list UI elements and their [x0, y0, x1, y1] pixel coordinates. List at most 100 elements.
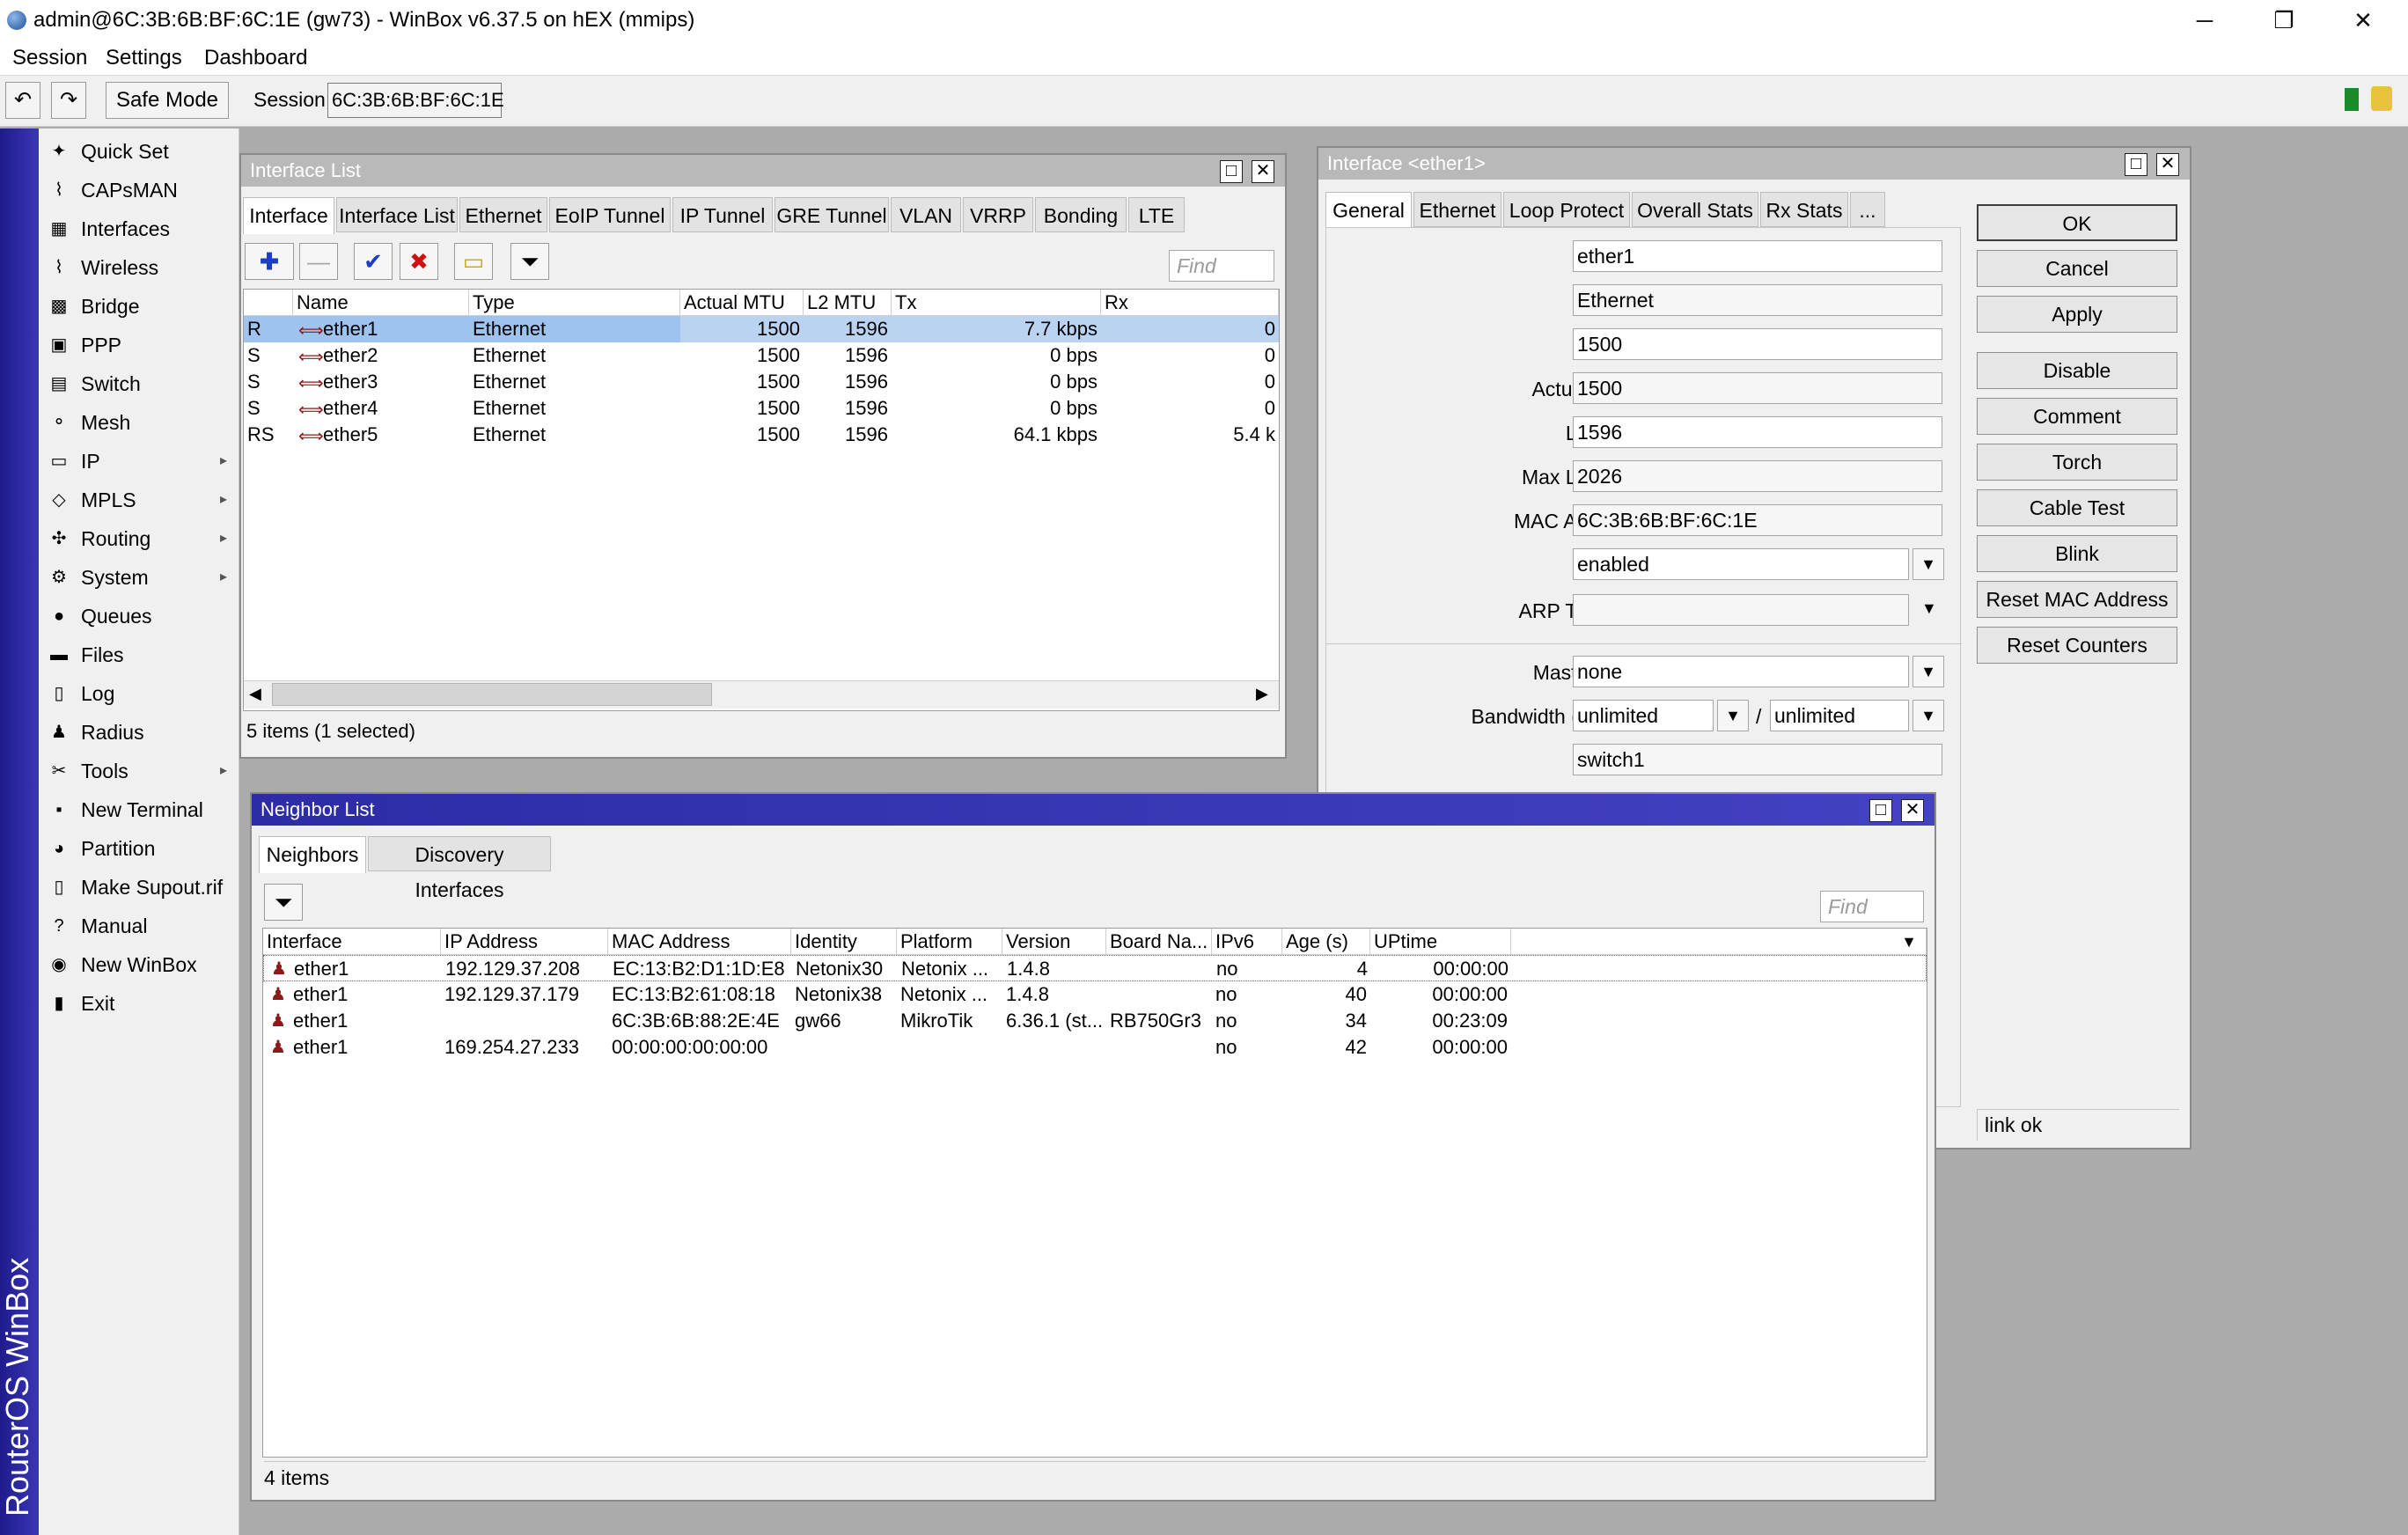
- tab-vlan[interactable]: VLAN: [891, 197, 961, 232]
- sidebar-item-interfaces[interactable]: ▦ Interfaces: [39, 209, 239, 248]
- cancel-button[interactable]: Cancel: [1977, 250, 2177, 287]
- tab-ip-tunnel[interactable]: IP Tunnel: [672, 197, 773, 232]
- sidebar-item-new-terminal[interactable]: ▪ New Terminal: [39, 790, 239, 829]
- add-button[interactable]: ✚: [245, 243, 294, 280]
- column-header-uptime[interactable]: UPtime: [1370, 929, 1511, 955]
- dropdown-arrow-icon[interactable]: ▼: [1912, 700, 1944, 731]
- apply-button[interactable]: Apply: [1977, 296, 2177, 333]
- column-header-ip-address[interactable]: IP Address: [441, 929, 608, 955]
- mtu-field[interactable]: 1500: [1573, 328, 1942, 360]
- sidebar-item-capsman[interactable]: ⌇ CAPsMAN: [39, 171, 239, 209]
- menu-settings[interactable]: Settings: [106, 46, 182, 70]
- sidebar-item-partition[interactable]: ◕ Partition: [39, 829, 239, 868]
- scrollbar-thumb[interactable]: [272, 683, 712, 706]
- column-header-name[interactable]: Name: [293, 290, 469, 316]
- dropdown-arrow-icon[interactable]: ▼: [1912, 548, 1944, 580]
- sidebar-item-switch[interactable]: ▤ Switch: [39, 364, 239, 403]
- tab-general[interactable]: General: [1325, 192, 1412, 229]
- column-header-mac-address[interactable]: MAC Address: [608, 929, 791, 955]
- dropdown-arrow-icon[interactable]: ▼: [1912, 656, 1944, 687]
- dropdown-arrow-icon[interactable]: ▼: [1717, 700, 1749, 731]
- sidebar-item-new-winbox[interactable]: ◉ New WinBox: [39, 945, 239, 984]
- column-header-l2-mtu[interactable]: L2 MTU: [804, 290, 892, 316]
- close-icon[interactable]: ✕: [1252, 160, 1274, 183]
- sidebar-item-mpls[interactable]: ◇ MPLS ▸: [39, 481, 239, 519]
- maximize-icon[interactable]: □: [1869, 799, 1892, 822]
- close-icon[interactable]: ✕: [2156, 153, 2179, 176]
- tab-ethernet[interactable]: Ethernet: [1413, 192, 1501, 227]
- restore-button[interactable]: ❐: [2244, 0, 2324, 42]
- mac-address-field[interactable]: 6C:3B:6B:BF:6C:1E: [1573, 504, 1942, 536]
- bandwidth-tx-select[interactable]: unlimited: [1770, 700, 1909, 731]
- column-header-ipv6[interactable]: IPv6: [1212, 929, 1282, 955]
- tab-loop-protect[interactable]: Loop Protect: [1503, 192, 1630, 227]
- horizontal-scrollbar[interactable]: ◀ ▶: [244, 680, 1279, 709]
- sidebar-item-files[interactable]: ▬ Files: [39, 635, 239, 674]
- sidebar-item-ppp[interactable]: ▣ PPP: [39, 326, 239, 364]
- tab-discovery-interfaces[interactable]: Discovery Interfaces: [368, 836, 551, 901]
- close-icon[interactable]: ✕: [1901, 799, 1924, 822]
- tab-eoip-tunnel[interactable]: EoIP Tunnel: [549, 197, 671, 232]
- l2-mtu-field[interactable]: 1596: [1573, 416, 1942, 448]
- table-row[interactable]: ♟ ether1 192.129.37.208 EC:13:B2:D1:1D:E…: [263, 955, 1927, 981]
- safe-mode-button[interactable]: Safe Mode: [106, 82, 229, 119]
- tab-rx-stats[interactable]: Rx Stats: [1760, 192, 1848, 227]
- cable-test-button[interactable]: Cable Test: [1977, 489, 2177, 526]
- column-header-platform[interactable]: Platform: [897, 929, 1002, 955]
- table-row[interactable]: ♟ ether1 192.129.37.179 EC:13:B2:61:08:1…: [263, 981, 1927, 1008]
- sidebar-item-log[interactable]: ▯ Log: [39, 674, 239, 713]
- tab-vrrp[interactable]: VRRP: [963, 197, 1033, 232]
- tab-gre-tunnel[interactable]: GRE Tunnel: [775, 197, 889, 232]
- filter-button[interactable]: ⏷: [510, 243, 549, 280]
- column-header-interface[interactable]: Interface: [263, 929, 441, 955]
- table-row[interactable]: S ether3 ⟺ Ethernet 1500 1596 0 bps 0: [244, 369, 1279, 395]
- table-row[interactable]: ♟ ether1 6C:3B:6B:88:2E:4E gw66 MikroTik…: [263, 1008, 1927, 1034]
- session-field[interactable]: 6C:3B:6B:BF:6C:1E: [327, 83, 504, 118]
- sidebar-item-exit[interactable]: ▮ Exit: [39, 984, 239, 1023]
- column-header-type[interactable]: Type: [469, 290, 680, 316]
- sidebar-item-queues[interactable]: ● Queues: [39, 597, 239, 635]
- bandwidth-rx-select[interactable]: unlimited: [1573, 700, 1714, 731]
- sidebar-item-system[interactable]: ⚙ System ▸: [39, 558, 239, 597]
- torch-button[interactable]: Torch: [1977, 444, 2177, 481]
- sidebar-item-routing[interactable]: ✣ Routing ▸: [39, 519, 239, 558]
- remove-button[interactable]: —: [299, 243, 338, 280]
- blink-button[interactable]: Blink: [1977, 535, 2177, 572]
- scroll-left-icon[interactable]: ◀: [249, 685, 261, 703]
- menu-session[interactable]: Session: [12, 46, 87, 70]
- table-row[interactable]: ♟ ether1 169.254.27.233 00:00:00:00:00:0…: [263, 1034, 1927, 1061]
- comment-button[interactable]: Comment: [1977, 398, 2177, 435]
- disable-button[interactable]: ✖: [400, 243, 438, 280]
- sidebar-item-tools[interactable]: ✂ Tools ▸: [39, 752, 239, 790]
- sidebar-item-wireless[interactable]: ⌇ Wireless: [39, 248, 239, 287]
- column-header-board-name[interactable]: Board Na...: [1106, 929, 1212, 955]
- arp-timeout-field[interactable]: [1573, 594, 1909, 626]
- table-row[interactable]: R ether1 ⟺ Ethernet 1500 1596 7.7 kbps 0: [244, 316, 1279, 342]
- sidebar-item-manual[interactable]: ? Manual: [39, 907, 239, 945]
- find-input[interactable]: Find: [1169, 250, 1274, 282]
- tab-more[interactable]: ...: [1850, 192, 1885, 227]
- reset-counters-button[interactable]: Reset Counters: [1977, 627, 2177, 664]
- scroll-right-icon[interactable]: ▶: [1256, 685, 1268, 703]
- table-row[interactable]: RS ether5 ⟺ Ethernet 1500 1596 64.1 kbps…: [244, 422, 1279, 448]
- tab-overall-stats[interactable]: Overall Stats: [1632, 192, 1758, 227]
- name-field[interactable]: ether1: [1573, 240, 1942, 272]
- column-menu-icon[interactable]: ▼: [1901, 929, 1917, 954]
- tab-interface-list[interactable]: Interface List: [336, 197, 458, 232]
- table-row[interactable]: S ether4 ⟺ Ethernet 1500 1596 0 bps 0: [244, 395, 1279, 422]
- column-header-tx[interactable]: Tx: [892, 290, 1101, 316]
- column-header-age[interactable]: Age (s): [1282, 929, 1370, 955]
- sidebar-item-radius[interactable]: ♟ Radius: [39, 713, 239, 752]
- column-header-version[interactable]: Version: [1002, 929, 1106, 955]
- master-port-select[interactable]: none: [1573, 656, 1909, 687]
- tab-interface[interactable]: Interface: [243, 197, 334, 234]
- sidebar-item-ip[interactable]: ▭ IP ▸: [39, 442, 239, 481]
- sidebar-item-make-supout[interactable]: ▯ Make Supout.rif: [39, 868, 239, 907]
- arp-select[interactable]: enabled: [1573, 548, 1909, 580]
- sidebar-item-bridge[interactable]: ▩ Bridge: [39, 287, 239, 326]
- column-header-identity[interactable]: Identity: [791, 929, 897, 955]
- sidebar-item-quick-set[interactable]: ✦ Quick Set: [39, 132, 239, 171]
- menu-dashboard[interactable]: Dashboard: [204, 46, 307, 70]
- filter-button[interactable]: ⏷: [264, 884, 303, 921]
- column-header-flag[interactable]: [244, 290, 293, 316]
